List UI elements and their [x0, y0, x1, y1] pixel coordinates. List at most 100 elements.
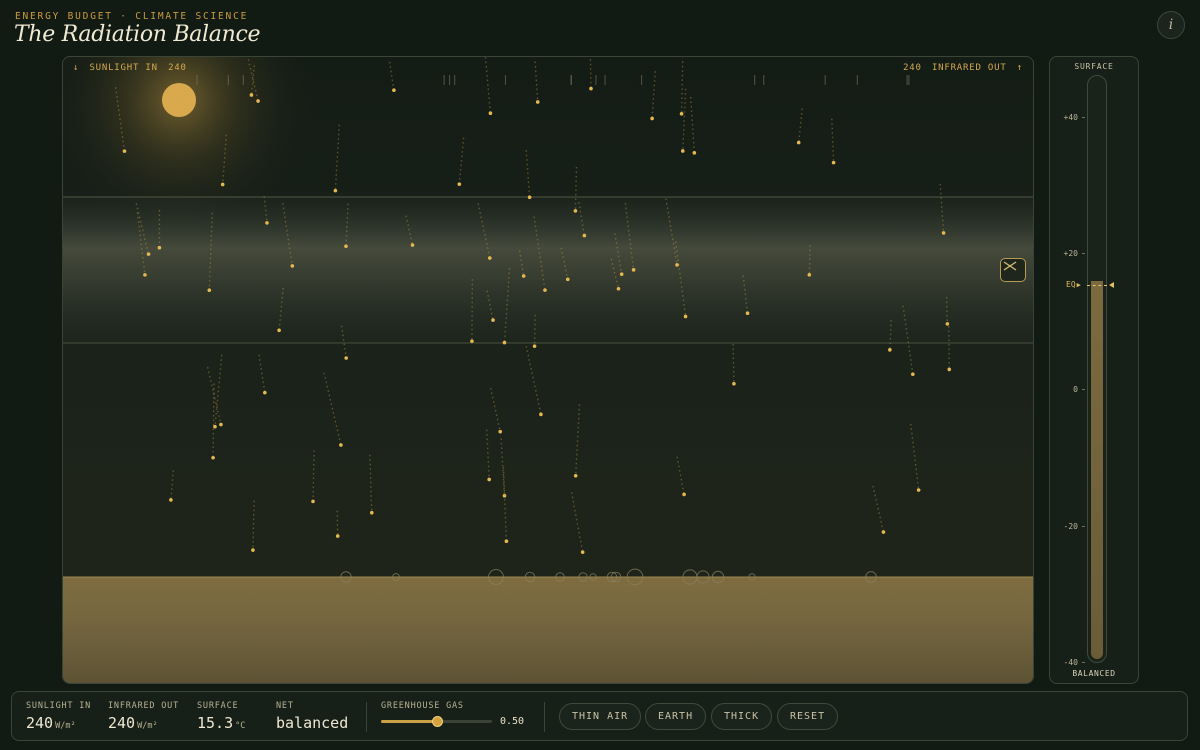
preset-thick-button[interactable]: THICK	[711, 703, 773, 730]
photon	[311, 499, 315, 504]
photon-trail	[312, 450, 315, 502]
photon	[535, 100, 540, 104]
photon	[487, 256, 492, 260]
photon-trail	[486, 429, 490, 480]
photon-trail	[489, 387, 501, 432]
slider-fill	[381, 720, 437, 723]
photon-trail	[502, 467, 508, 542]
sunlight-in-readout: ↓ SUNLIGHT IN 240	[71, 63, 189, 73]
photon	[745, 311, 750, 316]
tick-label: -20	[1063, 522, 1078, 531]
photon-trail	[574, 404, 581, 476]
photon-trail	[534, 61, 539, 103]
photon-trail	[500, 438, 506, 496]
tick-label: +40	[1063, 113, 1078, 122]
photon	[122, 149, 127, 153]
photon-trail	[831, 118, 835, 163]
photon-trail	[651, 71, 656, 119]
tick-mark	[1082, 662, 1085, 663]
up-arrow-icon: ↑	[1016, 63, 1023, 73]
equilibrium-line	[1087, 285, 1107, 287]
photon	[888, 348, 892, 352]
photon	[947, 367, 952, 372]
greenhouse-gas-slider[interactable]	[381, 716, 492, 727]
preset-thin-air-button[interactable]: THIN AIR	[559, 703, 642, 730]
photon	[616, 286, 621, 291]
photon	[683, 314, 688, 319]
photon	[573, 473, 578, 478]
photon	[157, 245, 162, 250]
photon	[543, 288, 547, 292]
slider-thumb[interactable]	[431, 716, 443, 727]
photon	[675, 263, 679, 267]
page-title: The Radiation Balance	[14, 22, 261, 47]
stat-label: INFRARED OUT	[108, 701, 180, 711]
photon-trail	[682, 88, 687, 152]
photon	[207, 288, 212, 293]
greenhouse-gas-label: GREENHOUSE GAS	[381, 701, 464, 711]
photon	[504, 539, 509, 543]
photon	[277, 328, 281, 333]
photon	[263, 390, 267, 395]
stat-number: 240	[26, 714, 54, 732]
infrared-out-label: INFRARED OUT	[931, 63, 1007, 73]
photon-trail	[680, 61, 684, 114]
equilibrium-label: EQ	[1066, 280, 1076, 290]
control-bar: SUNLIGHT IN 240 W/m² INFRARED OUT 240 W/m²…	[11, 691, 1188, 741]
stat-value: 15.3 °C	[197, 714, 245, 732]
photon-trail	[458, 137, 465, 185]
photon	[169, 498, 173, 502]
photon	[679, 111, 684, 116]
ground-surface	[63, 577, 1033, 683]
photon	[220, 182, 225, 187]
stat-sunlight-in: SUNLIGHT IN 240 W/m²	[26, 701, 91, 732]
info-button[interactable]: i	[1157, 11, 1185, 39]
photon	[527, 195, 532, 200]
photon	[521, 274, 526, 278]
photon	[369, 510, 374, 515]
tick-label: +20	[1063, 249, 1078, 258]
photon	[146, 252, 151, 256]
atmosphere-layer	[63, 197, 1033, 343]
tick-label: 0	[1073, 385, 1078, 394]
photon	[211, 455, 215, 460]
stat-surface: SURFACE 15.3 °C	[197, 701, 245, 732]
photon	[807, 273, 812, 277]
photon	[631, 268, 636, 272]
photon	[831, 160, 836, 165]
photon-trail	[570, 492, 584, 553]
photon-trail	[258, 354, 266, 393]
photon	[256, 99, 260, 103]
stat-unit: W/m²	[55, 721, 76, 731]
photon	[692, 151, 697, 155]
photon-trail	[170, 470, 174, 500]
stat-value: balanced	[276, 714, 349, 732]
stat-infrared-out: INFRARED OUT 240 W/m²	[108, 701, 179, 732]
preset-earth-button[interactable]: EARTH	[645, 703, 707, 730]
tick-mark	[1082, 389, 1085, 390]
photon	[619, 272, 624, 276]
thermometer-tube	[1087, 75, 1107, 663]
reset-button[interactable]: RESET	[777, 703, 839, 730]
photon	[580, 550, 585, 554]
photon	[565, 277, 570, 282]
photon	[290, 264, 295, 268]
photon	[213, 424, 217, 429]
photon	[732, 382, 736, 386]
page-eyebrow: ENERGY BUDGET · CLIMATE SCIENCE	[15, 11, 249, 22]
radiation-scene: ↓ SUNLIGHT IN 240 240 INFRARED OUT ↑	[62, 56, 1034, 684]
photon	[339, 443, 343, 447]
stat-label: NET	[276, 701, 294, 711]
infrared-out-value: 240	[903, 63, 922, 73]
photon	[941, 231, 946, 235]
photon-trail	[797, 108, 803, 143]
photon	[796, 140, 801, 145]
photon	[344, 244, 348, 249]
photon-trail	[369, 454, 373, 513]
infrared-out-readout: 240 INFRARED OUT ↑	[901, 63, 1025, 73]
greenhouse-gas-value: 0.50	[500, 716, 525, 727]
photon	[916, 488, 921, 492]
atmosphere-resize-handle[interactable]	[1000, 258, 1026, 282]
photon	[265, 221, 269, 225]
stat-number: 240	[108, 714, 136, 732]
